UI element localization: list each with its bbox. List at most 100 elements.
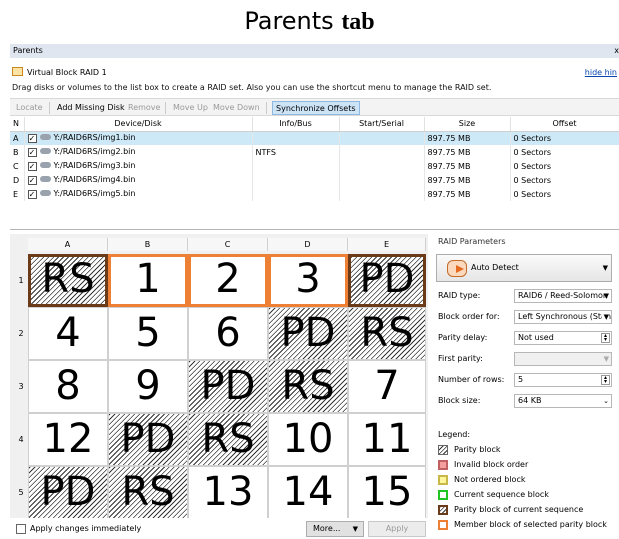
raid-block-cell[interactable]: 10	[268, 413, 348, 466]
raid-block-label: 11	[361, 416, 413, 462]
table-row[interactable]: E ✓ Y:/RAID6RS/img5.bin 897.75 MB 0 Secto…	[10, 187, 619, 201]
raid-block-label: 13	[202, 469, 254, 515]
raid-type-value: RAID6 / Reed-Solomon	[518, 291, 608, 300]
add-missing-disk-button[interactable]: Add Missing Disk	[54, 101, 128, 115]
table-row[interactable]: B ✓ Y:/RAID6RS/img2.bin NTFS 897.75 MB 0 …	[10, 145, 619, 159]
column-header-info[interactable]: Info/Bus	[252, 117, 340, 132]
table-empty-area	[10, 214, 619, 230]
locate-button[interactable]: Locate	[13, 101, 46, 115]
column-header-size[interactable]: Size	[424, 117, 511, 132]
raid-block-cell[interactable]: PD	[108, 413, 188, 466]
raid-block-cell[interactable]: 3	[268, 254, 348, 307]
auto-detect-button[interactable]: Auto Detect ▼	[436, 254, 612, 282]
disk-checkbox[interactable]: ✓	[27, 134, 37, 144]
start-cell	[339, 173, 425, 187]
disk-checkbox[interactable]: ✓	[27, 148, 37, 157]
panel-close-button[interactable]: x	[611, 44, 619, 58]
block-order-select[interactable]: Left Synchronous (Stan ▼	[514, 310, 612, 324]
parity-delay-field[interactable]: Not used ▴ ▾	[514, 331, 612, 345]
chevron-down-icon: ⌄	[603, 397, 609, 405]
grid-row-number: 2	[18, 329, 24, 338]
raid-block-cell[interactable]: RS	[108, 466, 188, 519]
offset-cell[interactable]: 0 Sectors	[510, 159, 619, 173]
raid-block-cell[interactable]: 14	[268, 466, 348, 519]
move-down-button[interactable]: Move Down	[210, 101, 263, 115]
raid-block-cell[interactable]: 7	[348, 360, 426, 413]
volume-name: Virtual Block RAID 1	[27, 68, 107, 77]
block-size-value: 64 KB	[518, 396, 542, 405]
raid-block-cell[interactable]: RS	[188, 413, 268, 466]
remove-button[interactable]: Remove	[125, 101, 163, 115]
raid-block-cell[interactable]: PD	[348, 254, 426, 307]
info-cell	[252, 173, 340, 187]
column-header-n[interactable]: N	[10, 117, 25, 132]
table-row[interactable]: D ✓ Y:/RAID6RS/img4.bin 897.75 MB 0 Secto…	[10, 173, 619, 187]
raid-block-label: 2	[215, 256, 241, 302]
hide-hint-link[interactable]: hide hin	[585, 66, 617, 79]
spinner-icon[interactable]: ▴ ▾	[601, 375, 610, 385]
raid-block-label: PD	[280, 310, 336, 356]
raid-block-cell[interactable]: RS	[28, 254, 108, 307]
disk-checkbox[interactable]: ✓	[27, 190, 37, 199]
table-row[interactable]: C ✓ Y:/RAID6RS/img3.bin 897.75 MB 0 Secto…	[10, 159, 619, 173]
raid-block-cell[interactable]: PD	[188, 360, 268, 413]
column-header-start[interactable]: Start/Serial	[339, 117, 425, 132]
raid-block-cell[interactable]: 5	[108, 307, 188, 360]
more-button[interactable]: More... ▼	[306, 521, 364, 537]
raid-block-cell[interactable]: PD	[268, 307, 348, 360]
raid-block-cell[interactable]: PD	[28, 466, 108, 519]
size-cell: 897.75 MB	[424, 173, 511, 187]
info-cell: NTFS	[252, 145, 340, 159]
raid-block-cell[interactable]: 15	[348, 466, 426, 519]
raid-block-cell[interactable]: RS	[268, 360, 348, 413]
legend-label: Parity block	[454, 445, 501, 454]
table-row[interactable]: A ✓ Y:/RAID6RS/img1.bin 897.75 MB 0 Secto…	[10, 131, 619, 145]
disk-table: N Device/Disk Info/Bus Start/Serial Size…	[10, 117, 619, 201]
raid-block-label: PD	[200, 363, 256, 409]
offset-cell[interactable]: 0 Sectors	[510, 173, 619, 187]
spinner-icon[interactable]: ▴ ▾	[601, 333, 610, 343]
raid-block-cell[interactable]: 6	[188, 307, 268, 360]
parity-delay-value: Not used	[518, 333, 554, 342]
grid-column-header: A	[28, 238, 108, 251]
apply-immediately-checkbox[interactable]	[16, 524, 26, 534]
parents-panel: Parents x Virtual Block RAID 1 hide hin …	[10, 44, 619, 539]
column-header-offset[interactable]: Offset	[510, 117, 619, 132]
raid-block-cell[interactable]: 11	[348, 413, 426, 466]
raid-block-cell[interactable]: 8	[28, 360, 108, 413]
column-header-device[interactable]: Device/Disk	[24, 117, 253, 132]
raid-block-label: 5	[135, 310, 161, 356]
device-cell: ✓ Y:/RAID6RS/img2.bin	[24, 145, 253, 159]
legend-swatch-icon	[438, 520, 448, 530]
size-cell: 897.75 MB	[424, 145, 511, 159]
raid-block-cell[interactable]: 9	[108, 360, 188, 413]
raid-block-label: 12	[42, 416, 94, 462]
move-up-button[interactable]: Move Up	[170, 101, 211, 115]
row-letter: C	[10, 159, 25, 173]
device-path: Y:/RAID6RS/img4.bin	[53, 175, 136, 184]
first-parity-select[interactable]: ▼	[514, 352, 612, 366]
apply-button[interactable]: Apply	[368, 521, 426, 537]
raid-block-cell[interactable]: 1	[108, 254, 188, 307]
raid-block-cell[interactable]: 4	[28, 307, 108, 360]
raid-block-cell[interactable]: RS	[348, 307, 426, 360]
offset-cell[interactable]: 0 Sectors	[510, 145, 619, 159]
row-letter: D	[10, 173, 25, 187]
rows-field[interactable]: 5 ▴ ▾	[514, 373, 612, 387]
disk-image-icon	[39, 148, 51, 154]
synchronize-offsets-button[interactable]: Synchronize Offsets	[272, 101, 360, 115]
raid-block-label: PD	[359, 256, 415, 302]
raid-type-select[interactable]: RAID6 / Reed-Solomon ▼	[514, 289, 612, 303]
offset-cell[interactable]: 0 Sectors	[510, 131, 619, 145]
offset-cell[interactable]: 0 Sectors	[510, 187, 619, 201]
disk-checkbox[interactable]: ✓	[27, 162, 37, 171]
info-cell	[252, 187, 340, 201]
dropdown-arrow-icon[interactable]: ▼	[603, 264, 608, 272]
block-size-select[interactable]: 64 KB ⌄	[514, 394, 612, 408]
disk-checkbox[interactable]: ✓	[27, 176, 37, 185]
legend-swatch-icon	[438, 445, 448, 455]
raid-block-cell[interactable]: 12	[28, 413, 108, 466]
raid-block-cell[interactable]: 2	[188, 254, 268, 307]
dropdown-arrow-icon: ▼	[603, 292, 609, 300]
raid-block-cell[interactable]: 13	[188, 466, 268, 519]
